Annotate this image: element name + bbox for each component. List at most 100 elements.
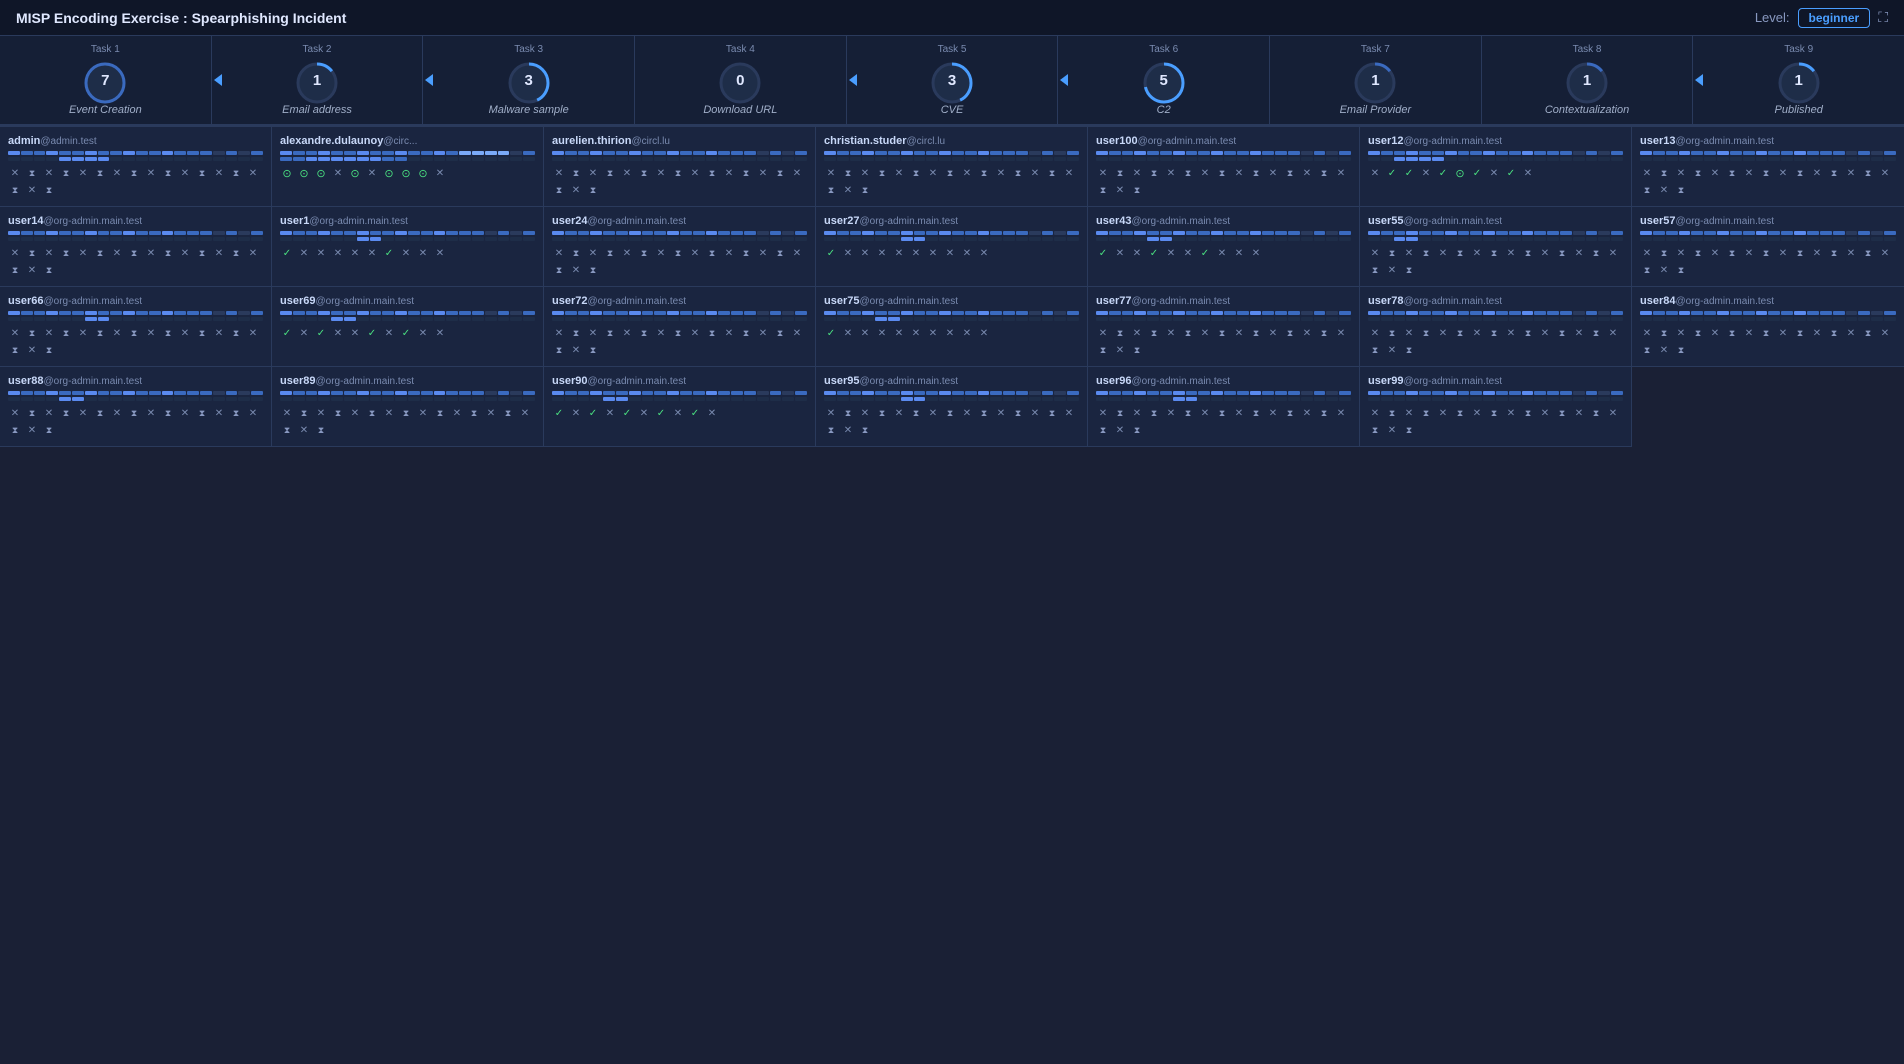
progress-segment xyxy=(1147,397,1159,401)
progress-segment xyxy=(1691,151,1703,155)
progress-segment xyxy=(1067,237,1079,241)
task-col-9[interactable]: Task 91Published xyxy=(1693,36,1904,124)
progress-row-2 xyxy=(280,237,535,241)
progress-segment xyxy=(1586,311,1598,315)
task-col-8[interactable]: Task 81Contextualization xyxy=(1482,36,1694,124)
progress-segment xyxy=(162,317,174,321)
icon-x: ✕ xyxy=(1878,246,1892,260)
progress-segment xyxy=(1858,317,1870,321)
task-circle-3: 3 xyxy=(506,60,552,100)
progress-segment xyxy=(1250,237,1262,241)
icons-row: ⊙⊙⊙✕⊙✕⊙⊙⊙✕ xyxy=(280,166,535,180)
progress-segment xyxy=(795,237,807,241)
icon-hourglass: ⧗ xyxy=(1793,246,1807,260)
task-col-6[interactable]: Task 65C2 xyxy=(1058,36,1270,124)
task-col-3[interactable]: Task 33Malware sample xyxy=(423,36,635,124)
progress-segment xyxy=(1394,231,1406,235)
progress-segment xyxy=(1573,157,1585,161)
user-name: user27@org-admin.main.test xyxy=(824,215,1079,227)
progress-segment xyxy=(1368,397,1380,401)
progress-segment xyxy=(1262,231,1274,235)
progress-segment xyxy=(1445,157,1457,161)
progress-segment xyxy=(280,151,292,155)
progress-segment xyxy=(1262,151,1274,155)
progress-segment xyxy=(162,391,174,395)
icon-x: ✕ xyxy=(1606,326,1620,340)
progress-segment xyxy=(914,237,926,241)
icon-hourglass: ⧗ xyxy=(705,166,719,180)
progress-segment xyxy=(446,317,458,321)
icons-row: ✓✕✕✕✕✕✓✕✕✕ xyxy=(280,246,535,260)
icon-x: ✕ xyxy=(1300,406,1314,420)
progress-segment xyxy=(731,151,743,155)
progress-segment xyxy=(344,311,356,315)
task-count-2: 1 xyxy=(294,60,340,100)
progress-segment xyxy=(251,311,263,315)
progress-segment xyxy=(603,231,615,235)
progress-segment xyxy=(990,391,1002,395)
progress-segment xyxy=(667,317,679,321)
progress-segment xyxy=(200,157,212,161)
icon-hourglass: ⧗ xyxy=(1096,183,1110,197)
progress-segment xyxy=(1884,157,1896,161)
icons-row: ✓✕✕✓✕✕✓✕✕✕ xyxy=(1096,246,1351,260)
task-col-2[interactable]: Task 21Email address xyxy=(212,36,424,124)
icon-hourglass: ⧗ xyxy=(1453,326,1467,340)
progress-segment xyxy=(318,397,330,401)
progress-row-1 xyxy=(824,311,1079,315)
icon-x: ✕ xyxy=(110,246,124,260)
user-domain: @org-admin.main.test xyxy=(309,216,408,227)
user-username: user27 xyxy=(824,215,859,227)
user-name: user89@org-admin.main.test xyxy=(280,375,535,387)
progress-segment xyxy=(888,237,900,241)
progress-segment xyxy=(1134,317,1146,321)
progress-segment xyxy=(603,397,615,401)
progress-row-1 xyxy=(1368,231,1623,235)
progress-segment xyxy=(1807,317,1819,321)
progress-segment xyxy=(914,151,926,155)
icon-x: ✕ xyxy=(144,246,158,260)
progress-segment xyxy=(238,317,250,321)
progress-segment xyxy=(213,397,225,401)
progress-segment xyxy=(98,151,110,155)
progress-segment xyxy=(1394,397,1406,401)
progress-segment xyxy=(1096,311,1108,315)
icon-circle-check: ⊙ xyxy=(314,166,328,180)
progress-segment xyxy=(213,231,225,235)
progress-segment xyxy=(770,397,782,401)
progress-segment xyxy=(8,311,20,315)
progress-segment xyxy=(1586,151,1598,155)
task-col-1[interactable]: Task 17Event Creation xyxy=(0,36,212,124)
progress-segment xyxy=(162,311,174,315)
progress-segment xyxy=(888,317,900,321)
progress-segment xyxy=(1003,237,1015,241)
task-col-5[interactable]: Task 53CVE xyxy=(847,36,1059,124)
icon-x: ✕ xyxy=(433,326,447,340)
icon-hourglass: ⧗ xyxy=(586,343,600,357)
icon-x: ✕ xyxy=(1572,246,1586,260)
progress-segment xyxy=(72,317,84,321)
progress-segment xyxy=(1743,157,1755,161)
progress-segment xyxy=(578,317,590,321)
progress-segment xyxy=(200,151,212,155)
progress-segment xyxy=(770,151,782,155)
progress-segment xyxy=(1237,397,1249,401)
progress-segment xyxy=(46,397,58,401)
progress-segment xyxy=(46,231,58,235)
progress-segment xyxy=(421,311,433,315)
progress-segment xyxy=(187,151,199,155)
icon-x: ✕ xyxy=(688,326,702,340)
task-col-7[interactable]: Task 71Email Provider xyxy=(1270,36,1482,124)
expand-icon[interactable]: ⛶ xyxy=(1878,9,1888,26)
progress-segment xyxy=(1820,311,1832,315)
icon-hourglass: ⧗ xyxy=(1657,246,1671,260)
progress-segment xyxy=(1743,311,1755,315)
progress-segment xyxy=(1134,311,1146,315)
icon-hourglass: ⧗ xyxy=(1402,343,1416,357)
progress-segment xyxy=(642,311,654,315)
task-col-4[interactable]: Task 40Download URL xyxy=(635,36,847,124)
progress-segment xyxy=(824,157,836,161)
icon-x: ✕ xyxy=(518,406,532,420)
progress-segment xyxy=(1250,151,1262,155)
icon-hourglass: ⧗ xyxy=(1317,406,1331,420)
